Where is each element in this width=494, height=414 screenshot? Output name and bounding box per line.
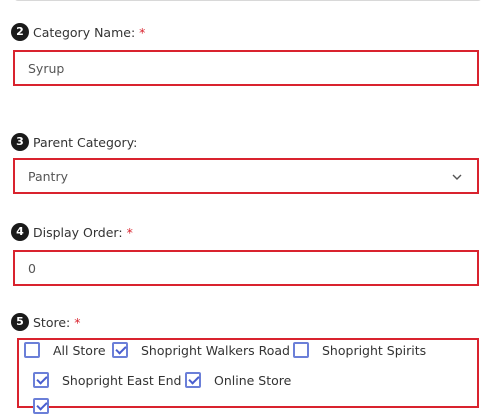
store-option-label: Shopright Spirits: [322, 342, 427, 358]
step-badge-2: 2: [11, 23, 29, 41]
category-name-value: Syrup: [28, 60, 65, 76]
store-option-all-store[interactable]: All Store: [24, 342, 106, 358]
step-badge-4: 4: [11, 223, 29, 241]
step-badge-5: 5: [11, 313, 29, 331]
store-option-label: All Store: [53, 342, 106, 358]
required-marker: *: [139, 24, 146, 40]
store-option-label: Shopright East End: [62, 372, 182, 388]
display-order-value: 0: [28, 260, 36, 276]
previous-field-edge: [14, 0, 482, 1]
display-order-label: 4 Display Order: *: [11, 223, 133, 241]
parent-category-select[interactable]: Pantry: [13, 158, 479, 194]
store-option-partial[interactable]: [33, 398, 62, 414]
store-option-shopright-spirits[interactable]: Shopright Spirits: [293, 342, 426, 358]
category-name-input[interactable]: Syrup: [13, 50, 479, 86]
display-order-label-text: Display Order:: [33, 224, 123, 240]
store-option-label: Online Store: [214, 372, 292, 388]
store-option-label: Shopright Walkers Road: [141, 342, 290, 358]
checkbox[interactable]: [185, 372, 201, 388]
category-name-label-text: Category Name:: [33, 24, 136, 40]
checkbox[interactable]: [24, 342, 40, 358]
required-marker: *: [126, 224, 133, 240]
checkbox[interactable]: [33, 398, 49, 414]
parent-category-label-text: Parent Category:: [33, 134, 138, 150]
display-order-input[interactable]: 0: [13, 250, 479, 286]
store-option-shopright-walkers-road[interactable]: Shopright Walkers Road: [112, 342, 290, 358]
store-option-online-store[interactable]: Online Store: [185, 372, 291, 388]
checkbox[interactable]: [293, 342, 309, 358]
parent-category-label: 3 Parent Category:: [11, 133, 137, 151]
store-label-text: Store:: [33, 314, 71, 330]
checkbox[interactable]: [33, 372, 49, 388]
checkbox[interactable]: [112, 342, 128, 358]
store-option-shopright-east-end[interactable]: Shopright East End: [33, 372, 181, 388]
parent-category-value: Pantry: [28, 168, 68, 184]
store-checkbox-group: All Store Shopright Walkers Road Shoprig…: [17, 338, 479, 414]
category-name-label: 2 Category Name: *: [11, 23, 145, 41]
store-label: 5 Store: *: [11, 313, 81, 331]
required-marker: *: [74, 314, 81, 330]
step-badge-3: 3: [11, 133, 29, 151]
chevron-down-icon: [452, 174, 462, 180]
